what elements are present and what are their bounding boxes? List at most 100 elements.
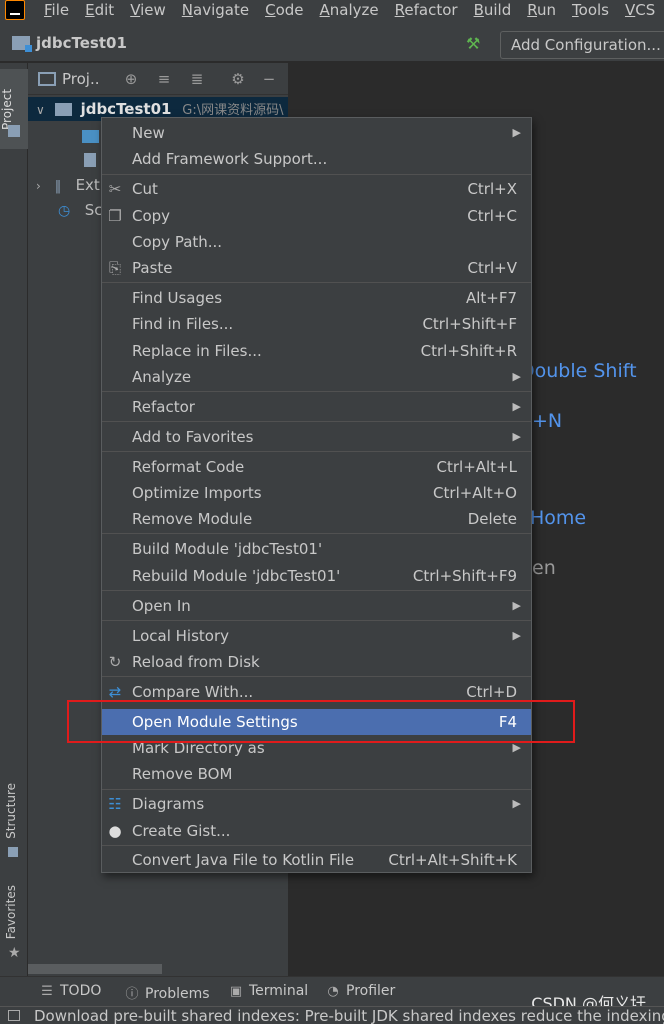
menu-item-analyze[interactable]: Analyze ▶ [102,364,531,390]
toggle-tool-windows-icon[interactable] [8,1010,20,1021]
menu-navigate[interactable]: Navigate [174,0,257,22]
menu-separator [102,174,531,175]
menu-item-remove-bom[interactable]: Remove BOM [102,761,531,787]
hint-n: +N [532,410,563,432]
tab-profiler[interactable]: ◔ Profiler [326,983,395,999]
module-folder-icon [54,103,72,116]
project-view-selector[interactable]: Proj.. [62,70,100,88]
tree-root-label: jdbcTest01 [80,100,172,118]
menu-item-paste[interactable]: ⎘ Paste Ctrl+V [102,255,531,281]
menu-item-find-usages[interactable]: Find Usages Alt+F7 [102,285,531,311]
menu-refactor[interactable]: Refactor [387,0,466,22]
copy-icon: ❐ [108,207,122,225]
menu-item-add-framework-support[interactable]: Add Framework Support... [102,146,531,172]
info-icon: ⓘ [125,987,139,1002]
menu-item-copy[interactable]: ❐ Copy Ctrl+C [102,203,531,229]
menu-file[interactable]: File [36,0,77,22]
menu-item-optimize-imports[interactable]: Optimize Imports Ctrl+Alt+O [102,480,531,506]
star-icon: ★ [8,945,21,961]
menu-item-add-to-favorites[interactable]: Add to Favorites ▶ [102,424,531,450]
menu-item-create-gist[interactable]: ● Create Gist... [102,818,531,844]
horizontal-scrollbar[interactable] [28,964,162,974]
menu-item-remove-module[interactable]: Remove Module Delete [102,506,531,532]
project-panel-header: Proj.. ⊕ ≡ ≣ ⚙ − [28,63,288,95]
chevron-right-icon: ▶ [512,126,521,139]
menu-separator [102,789,531,790]
tab-problems[interactable]: ⓘ Problems [125,983,210,1002]
menu-separator [102,391,531,392]
tab-favorites[interactable]: Favorites [4,885,24,939]
tree-row-idea[interactable] [28,124,102,148]
menu-code[interactable]: Code [257,0,311,22]
menu-item-local-history[interactable]: Local History ▶ [102,623,531,649]
tree-root-path: G:\网课资料源码\ [182,103,284,118]
hint-home: Home [530,507,587,529]
menu-tools[interactable]: Tools [564,0,617,22]
tab-todo[interactable]: ☰ TODO [40,983,101,999]
chevron-right-icon[interactable]: › [36,174,50,197]
tab-problems-label: Problems [145,986,210,1002]
chevron-right-icon: ▶ [512,430,521,443]
intellij-logo-icon [5,0,25,20]
project-folder-icon [8,125,20,137]
file-icon [84,153,96,167]
library-icon: ‖ [54,179,62,194]
menu-item-cut[interactable]: ✂ Cut Ctrl+X [102,176,531,202]
menu-items: File Edit View Navigate Code Analyze Ref… [36,0,664,22]
clipboard-icon: ⎘ [108,259,121,277]
status-message[interactable]: Download pre-built shared indexes: Pre-b… [34,1007,664,1024]
tab-project[interactable]: Project [0,69,28,149]
collapse-all-icon[interactable]: ≣ [187,69,207,89]
gear-icon[interactable]: ⚙ [228,69,248,89]
chevron-right-icon: ▶ [512,599,521,612]
menu-bar: File Edit View Navigate Code Analyze Ref… [0,0,664,22]
add-configuration-button[interactable]: Add Configuration... [500,31,664,59]
menu-item-rebuild-module[interactable]: Rebuild Module 'jdbcTest01' Ctrl+Shift+F9 [102,563,531,589]
tab-terminal[interactable]: ▣ Terminal [229,983,308,999]
menu-item-copy-path[interactable]: Copy Path... [102,229,531,255]
menu-run[interactable]: Run [519,0,564,22]
highlight-annotation-box [67,700,575,743]
menu-item-open-in[interactable]: Open In ▶ [102,593,531,619]
compare-icon: ⇄ [108,683,122,701]
menu-item-reformat-code[interactable]: Reformat Code Ctrl+Alt+L [102,454,531,480]
github-icon: ● [108,822,122,840]
hide-panel-icon[interactable]: − [259,69,279,89]
menu-item-reload-from-disk[interactable]: ↻ Reload from Disk [102,649,531,675]
chevron-down-icon[interactable]: ∨ [36,98,50,122]
breadcrumb-project[interactable]: jdbcTest01 [36,34,127,52]
menu-build[interactable]: Build [466,0,520,22]
list-icon: ☰ [41,984,53,999]
menu-analyze[interactable]: Analyze [312,0,387,22]
menu-separator [102,421,531,422]
tree-row-scratches[interactable]: ◷ Scr [28,198,102,222]
build-hammer-icon[interactable]: ⚒ [466,36,484,52]
menu-item-new[interactable]: New ▶ [102,120,531,146]
target-icon[interactable]: ⊕ [121,69,141,89]
menu-item-replace-in-files[interactable]: Replace in Files... Ctrl+Shift+R [102,338,531,364]
expand-all-icon[interactable]: ≡ [154,69,174,89]
menu-item-diagrams[interactable]: ☷ Diagrams ▶ [102,791,531,817]
chevron-right-icon: ▶ [512,629,521,642]
hint-en: en [532,557,556,579]
chevron-right-icon: ▶ [512,370,521,383]
chevron-right-icon: ▶ [512,400,521,413]
menu-item-build-module[interactable]: Build Module 'jdbcTest01' [102,536,531,562]
menu-edit[interactable]: Edit [77,0,122,22]
tab-structure[interactable]: Structure [4,783,24,839]
folder-icon [82,130,99,143]
tree-scratches-label: Scr [84,201,102,219]
navigation-bar: jdbcTest01 ⚒ Add Configuration... [0,22,664,62]
menu-item-find-in-files[interactable]: Find in Files... Ctrl+Shift+F [102,311,531,337]
project-view-icon [38,72,56,86]
menu-view[interactable]: View [122,0,174,22]
menu-item-convert-java-to-kotlin[interactable]: Convert Java File to Kotlin File Ctrl+Alt… [102,847,531,873]
tab-profiler-label: Profiler [346,983,396,999]
menu-separator [102,282,531,283]
terminal-icon: ▣ [229,984,243,999]
tree-row-external-libraries[interactable]: › ‖ Ext [28,173,102,197]
diagram-icon: ☷ [108,795,122,813]
menu-item-refactor[interactable]: Refactor ▶ [102,394,531,420]
menu-vcs[interactable]: VCS [617,0,663,22]
tree-row-iml[interactable] [28,148,102,172]
